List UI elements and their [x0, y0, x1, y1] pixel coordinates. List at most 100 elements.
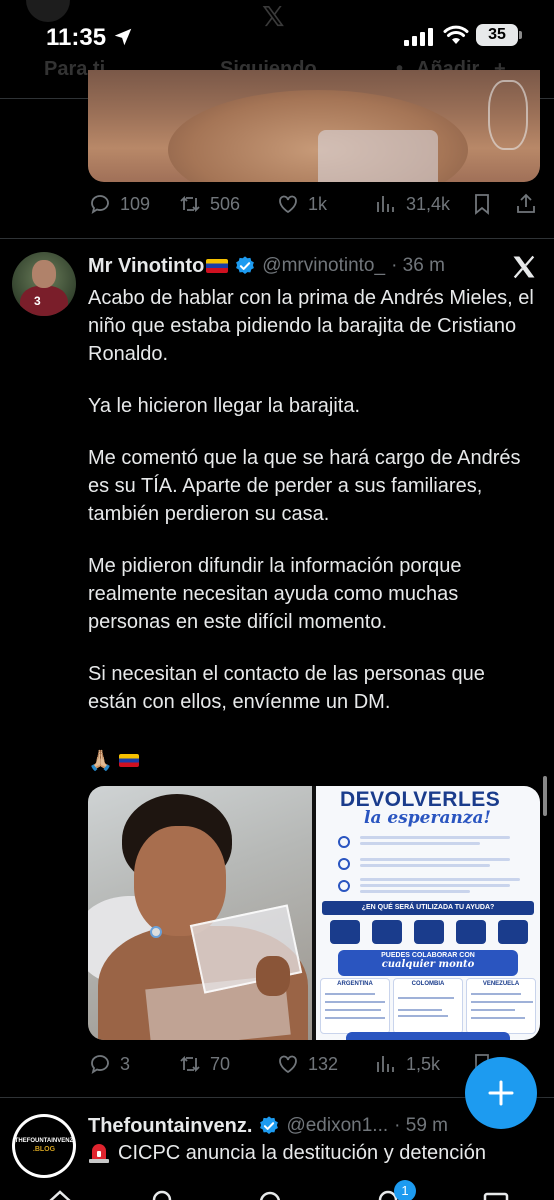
view-count: 1,5k	[406, 1053, 441, 1074]
photo-bandage	[318, 130, 438, 182]
views-button[interactable]: 31,4k	[374, 192, 450, 216]
tweet-header: Mr Vinotinto @mrvinotinto_ · 36 m	[88, 252, 445, 280]
like-button[interactable]: 132	[276, 1052, 338, 1076]
photo-hand	[256, 956, 290, 996]
flyer-card-country: VENEZUELA	[482, 981, 520, 987]
flyer-text-line	[360, 884, 510, 887]
repost-count: 70	[210, 1053, 231, 1074]
home-icon[interactable]	[46, 1188, 74, 1200]
flyer-collab-line2: cualquier monto	[381, 959, 475, 970]
heart-icon	[279, 1055, 297, 1074]
battery-indicator: 35	[476, 24, 518, 46]
tweet-time: · 36 m	[391, 255, 445, 276]
grok-icon[interactable]	[256, 1188, 284, 1200]
verified-badge-icon	[236, 256, 255, 274]
share-button[interactable]	[514, 192, 538, 216]
like-count: 132	[308, 1053, 339, 1074]
flyer-card-argentina: ARGENTINA	[320, 978, 390, 1034]
venezuela-flag-icon	[206, 259, 229, 273]
views-icon	[377, 1056, 394, 1072]
battery-tip	[519, 31, 522, 39]
flyer-card-line	[471, 1017, 525, 1019]
share-icon	[517, 193, 535, 213]
views-icon	[377, 196, 394, 212]
flyer-question-bar: ¿EN QUÉ SERÁ UTILIZADA TU AYUDA?	[322, 901, 534, 915]
view-count: 31,4k	[406, 193, 451, 214]
header-avatar[interactable]	[26, 0, 70, 22]
like-button[interactable]: 1k	[276, 192, 327, 216]
flyer-card-line	[325, 1017, 385, 1019]
reply-button[interactable]: 109	[88, 192, 150, 216]
repost-button[interactable]: 70	[178, 1052, 230, 1076]
siren-icon	[89, 1144, 109, 1163]
bookmark-icon	[475, 194, 489, 215]
x-logo-icon[interactable]	[510, 253, 538, 281]
mail-icon[interactable]	[482, 1188, 510, 1200]
previous-tweet-actions: 109 506 1k 31,4k	[88, 192, 540, 222]
tweet-paragraph: Acabo de hablar con la prima de Andrés M…	[88, 287, 534, 365]
tweet-time: · 59 m	[394, 1115, 448, 1136]
reply-icon	[91, 1055, 109, 1074]
bookmark-button[interactable]	[470, 192, 494, 216]
repost-icon	[180, 195, 200, 213]
flyer-card-line	[471, 1001, 533, 1003]
family-icon	[338, 880, 350, 892]
avatar-jersey-number: 3	[34, 294, 41, 308]
flyer-card-country: ARGENTINA	[337, 981, 373, 987]
cellular-signal-icon	[404, 28, 433, 46]
tweet-emoji-line: 🙏🏼	[88, 748, 139, 773]
author-handle[interactable]: @edixon1...	[286, 1115, 388, 1137]
flyer-card-line	[398, 997, 454, 999]
reply-count: 109	[120, 193, 151, 214]
flyer-card-line	[325, 1009, 381, 1011]
search-icon[interactable]	[150, 1188, 178, 1200]
status-time: 11:35	[46, 24, 107, 51]
flyer-card-country: COLOMBIA	[411, 981, 445, 987]
reply-count: 3	[120, 1053, 131, 1074]
tweet-photo-flyer[interactable]: DEVOLVERLES la esperanza! ¿EN QUÉ SERÁ U…	[316, 786, 540, 1040]
flyer-text-line	[360, 864, 490, 867]
author-handle[interactable]: @mrvinotinto_	[262, 255, 385, 277]
flyer-text-line	[360, 858, 510, 861]
flyer-collab-bar: PUEDES COLABORAR CON cualquier monto	[338, 950, 518, 976]
reply-icon	[91, 195, 109, 214]
clothes-icon	[414, 920, 444, 944]
compose-button[interactable]	[465, 1057, 537, 1129]
like-count: 1k	[308, 193, 328, 214]
repost-count: 506	[210, 193, 241, 214]
flyer-bottom-bar	[346, 1032, 510, 1040]
avatar-face	[32, 260, 56, 288]
flyer-text-line	[360, 836, 510, 839]
scrollbar[interactable]	[543, 776, 547, 816]
previous-tweet-media[interactable]	[88, 70, 540, 182]
flyer-card-colombia: COLOMBIA	[393, 978, 463, 1034]
prosthesis-icon	[498, 920, 528, 944]
tweet-paragraph: Si necesitan el contacto de las personas…	[88, 663, 485, 713]
views-button[interactable]: 1,5k	[374, 1052, 440, 1076]
medical-icon	[456, 920, 486, 944]
tweet-header: Thefountainvenz. @edixon1... · 59 m	[88, 1112, 448, 1140]
flyer-text-line	[360, 842, 480, 845]
author-name[interactable]: Thefountainvenz.	[88, 1115, 252, 1138]
plus-icon	[488, 1080, 514, 1106]
tweet-photo-boy[interactable]	[88, 786, 312, 1040]
author-avatar[interactable]: 3	[12, 252, 76, 316]
author-name[interactable]: Mr Vinotinto	[88, 255, 204, 278]
photo-ecg-pad	[150, 926, 162, 938]
avatar-brand-text: THEFOUNTAINVENZ	[14, 1138, 74, 1144]
venezuela-flag-icon	[118, 754, 139, 767]
praying-hands-emoji: 🙏🏼	[88, 750, 113, 772]
repost-button[interactable]: 506	[178, 192, 240, 216]
author-avatar[interactable]: THEFOUNTAINVENZ .BLOG	[12, 1114, 76, 1178]
reply-button[interactable]: 3	[88, 1052, 130, 1076]
flyer-text-line	[360, 878, 520, 881]
wifi-icon	[443, 25, 469, 44]
bottom-nav	[0, 1182, 554, 1200]
tweet-media-grid: DEVOLVERLES la esperanza! ¿EN QUÉ SERÁ U…	[88, 786, 540, 1040]
flyer-collab-line1: PUEDES COLABORAR CON	[381, 952, 475, 959]
building-icon	[338, 858, 350, 870]
location-arrow-icon	[114, 28, 132, 46]
avatar-brand-suffix: .BLOG	[32, 1146, 56, 1153]
flyer-card-line	[471, 1009, 515, 1011]
tweet-paragraph: Ya le hicieron llegar la barajita.	[88, 395, 361, 417]
